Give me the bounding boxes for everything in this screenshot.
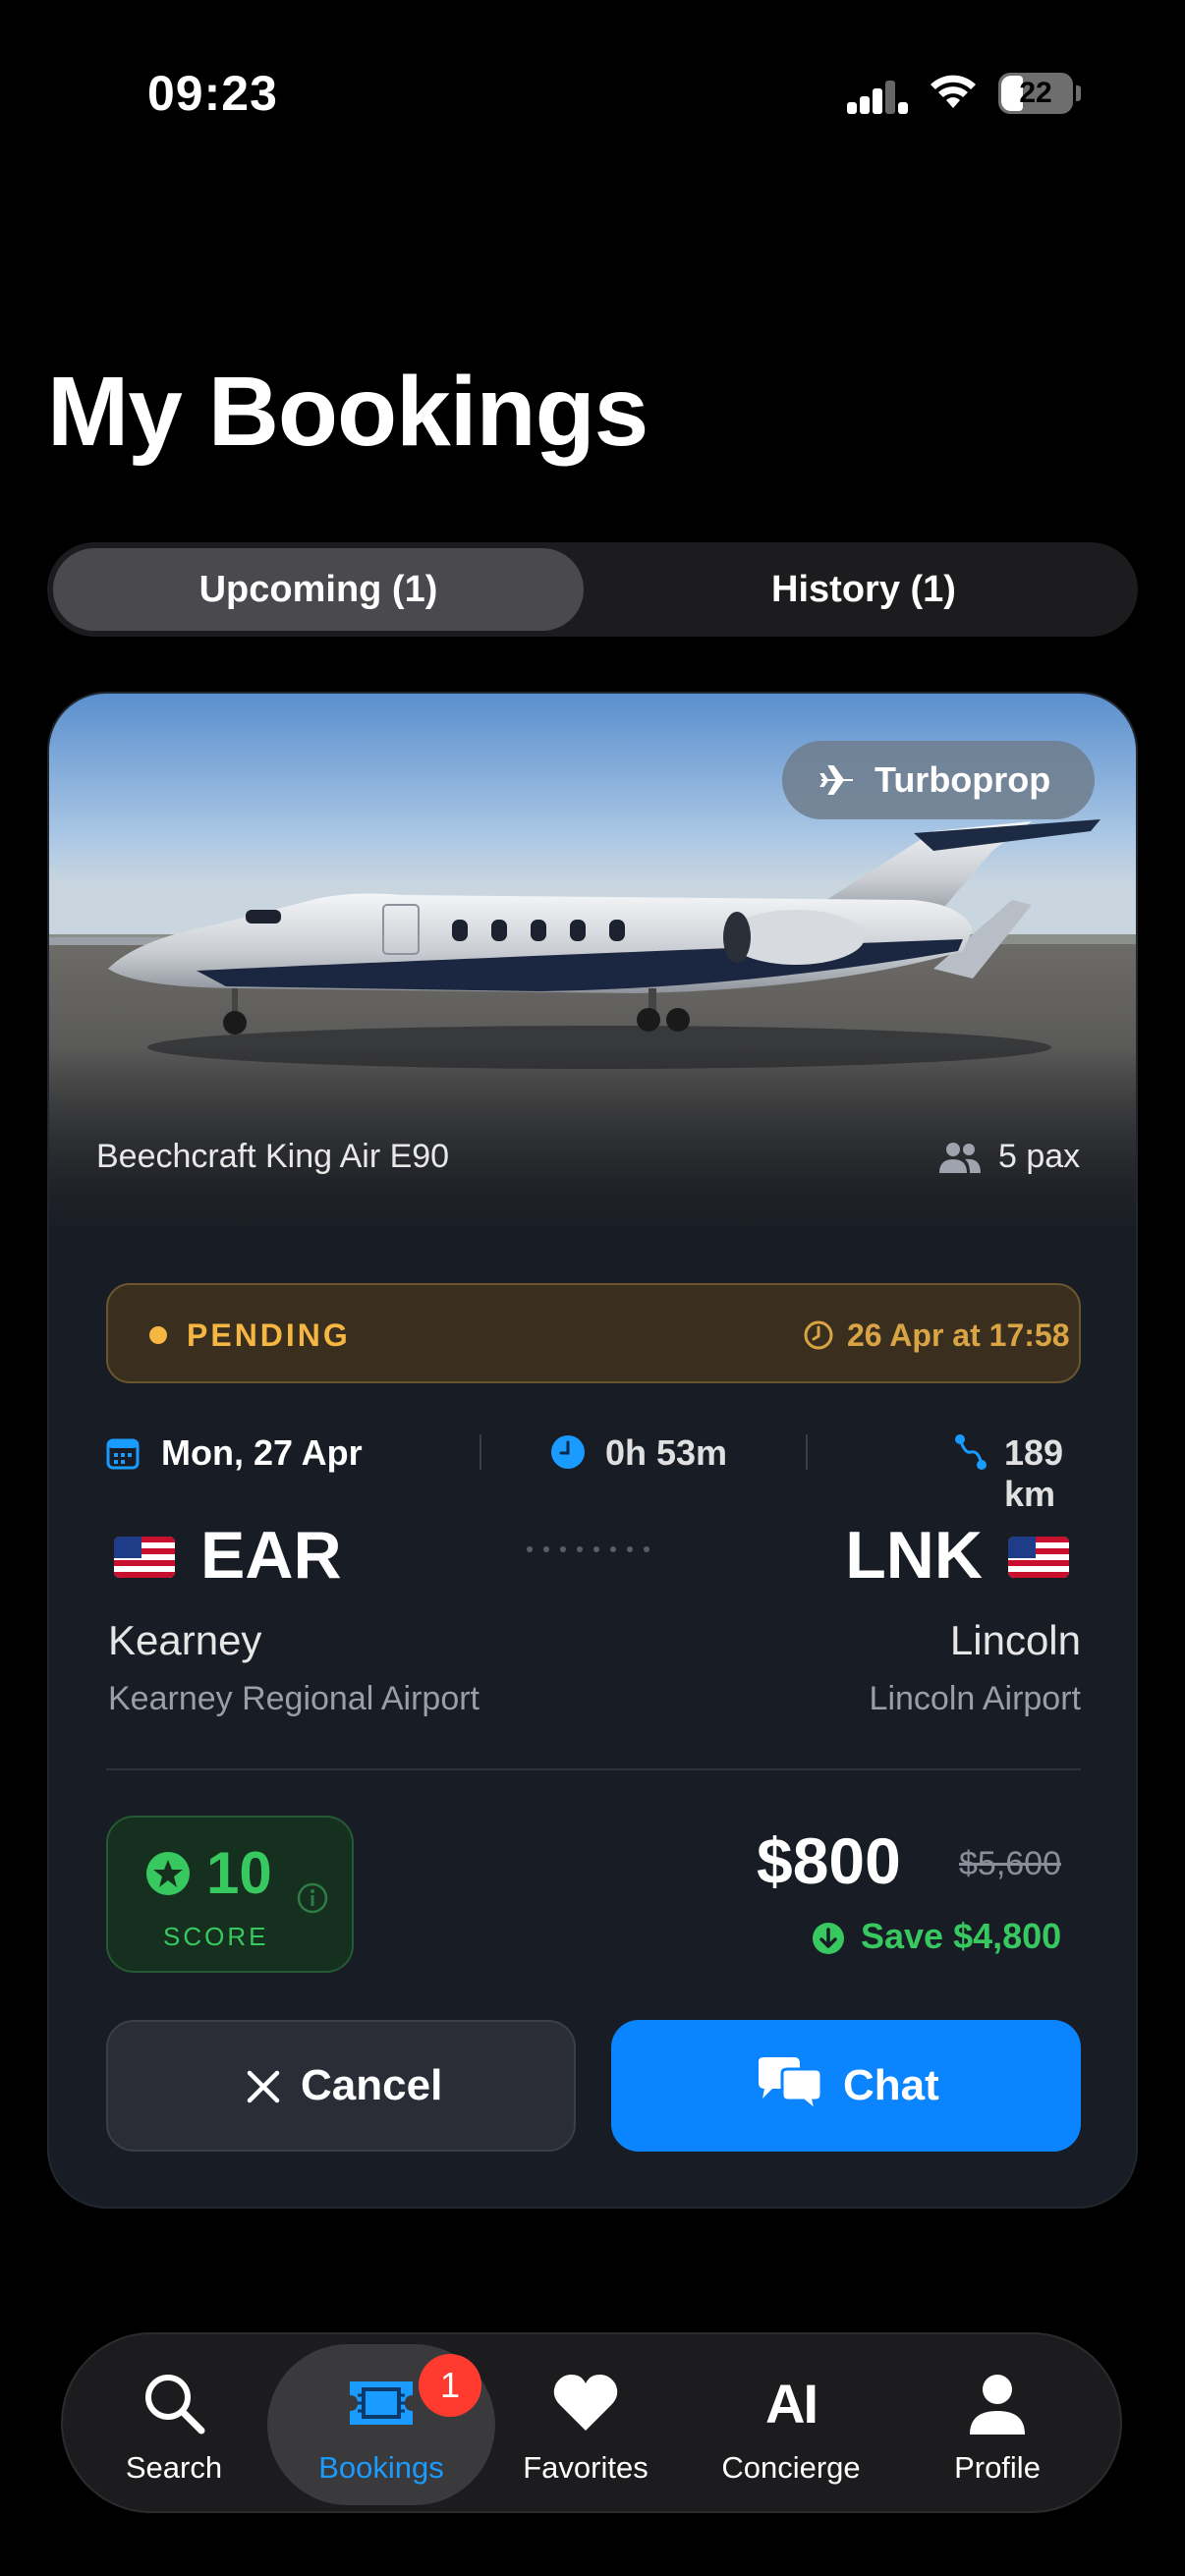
star-icon [146,1852,190,1895]
flight-duration: 0h 53m [605,1432,728,1473]
chat-button-label: Chat [843,2061,939,2109]
battery-icon: 22 [998,73,1081,114]
tab-favorites[interactable]: Favorites [482,2334,689,2515]
flight-info-row: Mon, 27 Apr 0h 53m 189 km [106,1425,1081,1514]
divider [106,1768,1081,1770]
origin-airport: Kearney Regional Airport [108,1680,480,1717]
info-icon[interactable] [297,1882,328,1914]
destination-code: LNK [845,1518,983,1593]
original-price: $5,600 [959,1845,1061,1882]
aircraft-type-badge: Turboprop [782,741,1095,819]
status-time: 26 Apr at 17:58 [847,1317,1070,1353]
arrow-down-circle-icon [813,1923,844,1954]
origin-code: EAR [200,1518,342,1593]
tab-label: Favorites [523,2450,649,2485]
clock-icon [804,1320,833,1350]
pax-label: 5 pax [998,1138,1081,1175]
tab-label: Bookings [318,2450,444,2485]
score-value: 10 [206,1840,272,1906]
status-label: PENDING [187,1317,351,1353]
divider [480,1434,481,1470]
duration-clock-icon [551,1435,585,1469]
cellular-signal-icon [847,81,908,114]
score-label: SCORE [163,1922,269,1951]
tab-upcoming[interactable]: Upcoming (1) [47,542,590,637]
calendar-icon [106,1438,140,1470]
tab-profile[interactable]: Profile [894,2334,1100,2515]
tab-label: Search [125,2450,223,2485]
savings-label: Save $4,800 [861,1916,1062,1956]
score-badge[interactable]: 10 SCORE [106,1816,354,1973]
origin-city: Kearney [108,1617,262,1663]
page-title: My Bookings [47,357,649,467]
route-icon [955,1434,987,1470]
aircraft-name: Beechcraft King Air E90 [96,1138,450,1175]
chat-bubbles-icon [759,2057,823,2112]
destination-city: Lincoln [949,1617,1081,1663]
passenger-count: 5 pax [937,1138,1095,1181]
search-icon [145,2375,205,2435]
flight-distance: 189 km [1004,1432,1064,1514]
us-flag-icon [1008,1537,1069,1578]
tab-label: Concierge [721,2450,861,2485]
tab-concierge[interactable]: AI Concierge [688,2334,894,2515]
tab-search[interactable]: Search [71,2334,277,2515]
tab-label: Profile [954,2450,1041,2485]
bookings-segmented-control: Upcoming (1) History (1) [47,542,1138,637]
battery-level: 22 [1019,77,1052,109]
status-badge: PENDING 26 Apr at 17:58 [106,1283,1081,1383]
people-icon [939,1143,981,1173]
tab-bar: Search Bookings Favorites AI Concierge P… [61,2332,1122,2513]
flight-date: Mon, 27 Apr [161,1432,363,1473]
notification-badge: 1 [419,2354,481,2417]
person-icon [970,2375,1025,2435]
divider [806,1434,808,1470]
airplane-icon [819,765,853,795]
aircraft-type-label: Turboprop [875,759,1051,800]
status-time: 09:23 [147,66,278,121]
route-dots [527,1546,649,1552]
wifi-icon [931,75,976,108]
ticket-icon [350,2381,413,2425]
tab-history[interactable]: History (1) [590,542,1138,637]
booking-card[interactable]: Turboprop Beechcraft King Air E90 5 pax … [47,692,1138,2209]
cancel-button[interactable]: Cancel [106,2020,576,2152]
heart-icon [553,2375,618,2431]
close-icon [247,2070,280,2103]
screen: 09:23 22 My Bookings Upcoming (1) Histor… [0,0,1185,2576]
destination-airport: Lincoln Airport [869,1680,1081,1717]
ai-icon: AI [765,2373,818,2435]
status-dot [149,1326,167,1344]
us-flag-icon [114,1537,175,1578]
cancel-button-label: Cancel [301,2061,443,2109]
price: $800 [757,1824,901,1897]
chat-button[interactable]: Chat [611,2020,1081,2152]
